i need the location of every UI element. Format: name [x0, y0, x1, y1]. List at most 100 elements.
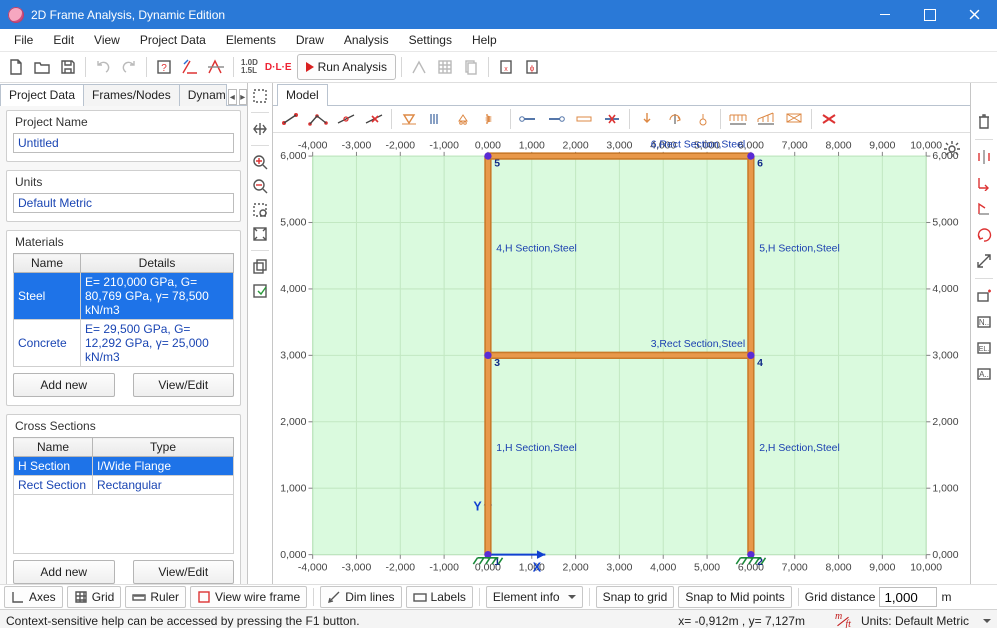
pan-icon[interactable]: [249, 118, 271, 140]
selection-rect-icon[interactable]: [249, 85, 271, 107]
zoom-out-icon[interactable]: [249, 175, 271, 197]
run-analysis-button[interactable]: Run Analysis: [297, 54, 396, 80]
help-icon[interactable]: ?: [152, 55, 176, 79]
menu-elements[interactable]: Elements: [216, 31, 286, 49]
load-combination-button[interactable]: D·L·E: [262, 55, 295, 79]
temperature-load-icon[interactable]: [690, 108, 716, 130]
stretch-icon[interactable]: [973, 198, 995, 220]
sections-add-new-button[interactable]: Add new: [13, 560, 115, 584]
tab-dynamic-data[interactable]: Dynamic Da: [179, 84, 227, 106]
model-canvas[interactable]: -4,000-3,000-2,000-1,0000,0001,0002,0003…: [273, 133, 970, 584]
menu-settings[interactable]: Settings: [399, 31, 462, 49]
toggle-dim-lines[interactable]: Dim lines: [320, 586, 401, 608]
modal-analysis-icon[interactable]: [204, 55, 228, 79]
release-start-icon[interactable]: [515, 108, 541, 130]
window-maximize-button[interactable]: [907, 0, 952, 29]
zoom-extents-icon[interactable]: [249, 223, 271, 245]
window-close-button[interactable]: [952, 0, 997, 29]
check-model-icon[interactable]: [178, 55, 202, 79]
move-icon[interactable]: [973, 172, 995, 194]
split-member-icon[interactable]: [333, 108, 359, 130]
new-file-icon[interactable]: [4, 55, 28, 79]
distributed-load-icon[interactable]: [725, 108, 751, 130]
materials-table[interactable]: NameDetails SteelE= 210,000 GPa, G= 80,7…: [13, 253, 234, 367]
toggle-labels[interactable]: Labels: [406, 586, 473, 608]
grid-distance-input[interactable]: [879, 587, 937, 607]
sections-table[interactable]: NameType H SectionI/Wide Flange Rect Sec…: [13, 437, 234, 554]
support-roller-icon[interactable]: [452, 108, 478, 130]
support-spring-icon[interactable]: [480, 108, 506, 130]
sections-view-edit-button[interactable]: View/Edit: [133, 560, 235, 584]
tab-project-data[interactable]: Project Data: [0, 84, 84, 106]
element-info-dropdown[interactable]: Element info: [486, 586, 583, 608]
note-n-icon[interactable]: N..: [973, 311, 995, 333]
units-input[interactable]: [13, 193, 234, 213]
menu-help[interactable]: Help: [462, 31, 507, 49]
chevron-down-icon[interactable]: [983, 619, 991, 627]
copy-view-icon[interactable]: [249, 256, 271, 278]
toggle-snap-grid[interactable]: Snap to grid: [596, 586, 675, 608]
menu-view[interactable]: View: [84, 31, 130, 49]
note-el-icon[interactable]: EL.: [973, 337, 995, 359]
load-factors-button[interactable]: 1.0D 1.5L: [239, 55, 260, 79]
report-icon[interactable]: [459, 55, 483, 79]
delete-all-loads-icon[interactable]: [816, 108, 842, 130]
scale-icon[interactable]: [973, 250, 995, 272]
sections-header-type[interactable]: Type: [93, 438, 234, 457]
menu-edit[interactable]: Edit: [43, 31, 84, 49]
materials-view-edit-button[interactable]: View/Edit: [133, 373, 235, 397]
toggle-grid[interactable]: Grid: [67, 586, 122, 608]
support-pinned-icon[interactable]: [424, 108, 450, 130]
menu-project-data[interactable]: Project Data: [130, 31, 216, 49]
toggle-ruler[interactable]: Ruler: [125, 586, 186, 608]
menu-analysis[interactable]: Analysis: [334, 31, 399, 49]
delete-release-icon[interactable]: [599, 108, 625, 130]
support-fixed-icon[interactable]: [396, 108, 422, 130]
sections-header-name[interactable]: Name: [14, 438, 93, 457]
delete-selection-icon[interactable]: [973, 111, 995, 133]
toggle-snap-mid[interactable]: Snap to Mid points: [678, 586, 791, 608]
toggle-wireframe[interactable]: View wire frame: [190, 586, 307, 608]
delete-member-icon[interactable]: [361, 108, 387, 130]
status-units[interactable]: Units: Default Metric: [861, 614, 969, 628]
window-minimize-button[interactable]: [862, 0, 907, 29]
export-view-icon[interactable]: [249, 280, 271, 302]
note-a-icon[interactable]: A..: [973, 363, 995, 385]
undo-icon[interactable]: [91, 55, 115, 79]
menu-draw[interactable]: Draw: [286, 31, 334, 49]
open-file-icon[interactable]: [30, 55, 54, 79]
toggle-axes[interactable]: Axes: [4, 586, 63, 608]
export-dxf-icon[interactable]: x: [494, 55, 518, 79]
moment-load-icon[interactable]: [662, 108, 688, 130]
tab-scroll-right-icon[interactable]: ▸: [239, 89, 247, 105]
zoom-window-icon[interactable]: [249, 199, 271, 221]
draw-chain-icon[interactable]: [305, 108, 331, 130]
rotate-icon[interactable]: [973, 224, 995, 246]
materials-add-new-button[interactable]: Add new: [13, 373, 115, 397]
save-file-icon[interactable]: [56, 55, 80, 79]
tab-frames-nodes[interactable]: Frames/Nodes: [83, 84, 180, 106]
rigid-link-icon[interactable]: [571, 108, 597, 130]
draw-member-icon[interactable]: [277, 108, 303, 130]
release-end-icon[interactable]: [543, 108, 569, 130]
table-row[interactable]: Rect SectionRectangular: [14, 476, 234, 495]
materials-header-name[interactable]: Name: [14, 254, 81, 273]
materials-header-details[interactable]: Details: [81, 254, 234, 273]
results-diagram-icon[interactable]: [407, 55, 431, 79]
table-row[interactable]: ConcreteE= 29,500 GPa, G= 12,292 GPa, γ=…: [14, 320, 234, 367]
project-name-input[interactable]: [13, 133, 234, 153]
menu-file[interactable]: File: [4, 31, 43, 49]
point-load-icon[interactable]: [634, 108, 660, 130]
canvas-settings-icon[interactable]: [940, 137, 964, 161]
area-load-icon[interactable]: [781, 108, 807, 130]
table-row[interactable]: SteelE= 210,000 GPa, G= 80,769 GPa, γ= 7…: [14, 273, 234, 320]
results-table-icon[interactable]: [433, 55, 457, 79]
add-node-token-icon[interactable]: [973, 285, 995, 307]
tab-model[interactable]: Model: [277, 84, 328, 106]
calculation-pad-icon[interactable]: ϕ: [520, 55, 544, 79]
tab-scroll-left-icon[interactable]: ◂: [228, 89, 236, 105]
zoom-in-icon[interactable]: [249, 151, 271, 173]
redo-icon[interactable]: [117, 55, 141, 79]
trapezoidal-load-icon[interactable]: [753, 108, 779, 130]
mirror-icon[interactable]: [973, 146, 995, 168]
